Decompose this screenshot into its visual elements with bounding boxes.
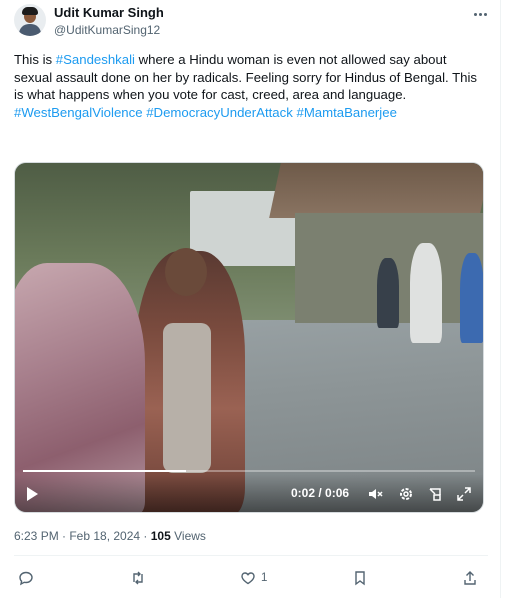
display-name[interactable]: Udit Kumar Singh xyxy=(54,5,164,21)
action-bar: 1 xyxy=(14,568,482,588)
video-progress-fill xyxy=(23,470,186,472)
views-label: Views xyxy=(170,529,206,543)
fullscreen-icon[interactable] xyxy=(456,486,472,502)
hashtag-sandeshkali[interactable]: #Sandeshkali xyxy=(56,52,135,67)
divider xyxy=(14,555,488,556)
hashtag-mamtabanerjee[interactable]: #MamtaBanerjee xyxy=(296,105,396,120)
video-progress-bar[interactable] xyxy=(23,470,475,472)
avatar[interactable] xyxy=(14,4,46,36)
timeline-border xyxy=(500,0,501,598)
hashtag-westbengalviolence[interactable]: #WestBengalViolence xyxy=(14,105,143,120)
tweet-header: Udit Kumar Singh @UditKumarSing12 xyxy=(14,4,488,44)
timestamp[interactable]: 6:23 PM · Feb 18, 2024 · xyxy=(14,529,151,543)
share-icon xyxy=(462,570,478,586)
play-icon[interactable] xyxy=(27,487,38,501)
video-player[interactable]: 0:02 / 0:06 xyxy=(14,162,484,513)
reply-icon xyxy=(18,570,34,586)
share-button[interactable] xyxy=(462,568,478,588)
user-handle[interactable]: @UditKumarSing12 xyxy=(54,22,164,38)
tweet-text: This is #Sandeshkali where a Hindu woman… xyxy=(14,51,486,121)
tweet-meta: 6:23 PM · Feb 18, 2024 · 105 Views xyxy=(14,529,206,544)
more-icon[interactable] xyxy=(472,6,488,22)
text-before: This is xyxy=(14,52,56,67)
volume-muted-icon[interactable] xyxy=(367,486,383,502)
picture-in-picture-icon[interactable] xyxy=(427,486,443,502)
like-button[interactable]: 1 xyxy=(240,568,267,588)
bookmark-button[interactable] xyxy=(352,568,373,588)
repost-button[interactable] xyxy=(130,568,151,588)
views-count: 105 xyxy=(150,529,171,543)
repost-icon xyxy=(130,570,146,586)
bookmark-icon xyxy=(352,570,368,586)
author-block[interactable]: Udit Kumar Singh @UditKumarSing12 xyxy=(54,5,164,38)
hashtag-democracyunderattack[interactable]: #DemocracyUnderAttack xyxy=(146,105,293,120)
like-icon xyxy=(240,570,256,586)
video-frame-hut xyxy=(265,163,483,333)
video-time: 0:02 / 0:06 xyxy=(291,486,350,500)
reply-button[interactable] xyxy=(18,568,39,588)
settings-icon[interactable] xyxy=(398,486,414,502)
like-count: 1 xyxy=(261,572,268,584)
